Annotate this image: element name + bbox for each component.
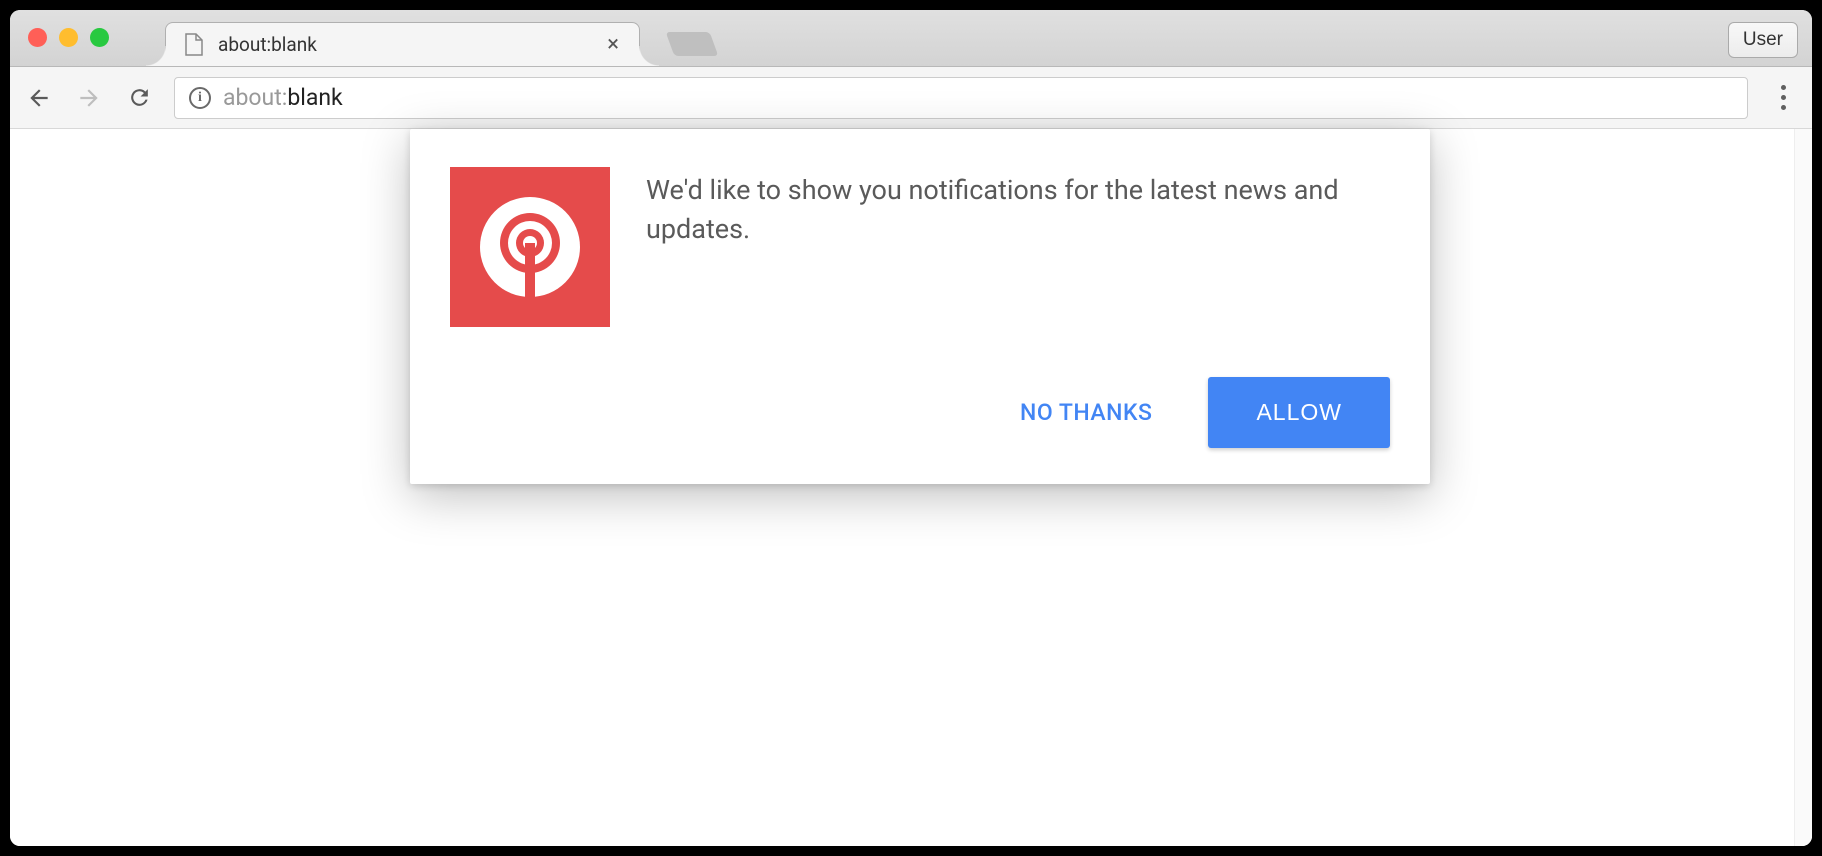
notification-permission-dialog: We'd like to show you notifications for … <box>410 129 1430 484</box>
window-close-button[interactable] <box>28 28 47 47</box>
address-bar: i about:blank <box>10 67 1812 129</box>
tab-title: about:blank <box>218 33 601 56</box>
reload-button[interactable] <box>124 83 154 113</box>
allow-button[interactable]: ALLOW <box>1208 377 1390 448</box>
url-scheme: about: <box>223 84 287 111</box>
dialog-message: We'd like to show you notifications for … <box>646 167 1390 327</box>
url-path: blank <box>287 84 342 111</box>
new-tab-button[interactable] <box>666 32 719 56</box>
tab-bar: about:blank × User <box>10 10 1812 67</box>
back-button[interactable] <box>24 83 54 113</box>
browser-tab[interactable]: about:blank × <box>165 22 640 66</box>
tab-close-button[interactable]: × <box>601 34 625 56</box>
no-thanks-button[interactable]: NO THANKS <box>1010 385 1162 440</box>
window-minimize-button[interactable] <box>59 28 78 47</box>
url-text: about:blank <box>223 84 343 111</box>
dialog-actions: NO THANKS ALLOW <box>450 377 1390 448</box>
window-maximize-button[interactable] <box>90 28 109 47</box>
window-controls <box>28 28 109 47</box>
address-input[interactable]: i about:blank <box>174 77 1748 119</box>
page-content: We'd like to show you notifications for … <box>10 129 1812 846</box>
forward-button[interactable] <box>74 83 104 113</box>
site-info-icon[interactable]: i <box>189 87 211 109</box>
file-icon <box>184 33 204 57</box>
browser-menu-button[interactable] <box>1768 85 1798 110</box>
scrollbar[interactable] <box>1794 129 1812 846</box>
user-profile-button[interactable]: User <box>1728 22 1798 58</box>
browser-window: about:blank × User i about:blank <box>10 10 1812 846</box>
onesignal-icon <box>450 167 610 327</box>
